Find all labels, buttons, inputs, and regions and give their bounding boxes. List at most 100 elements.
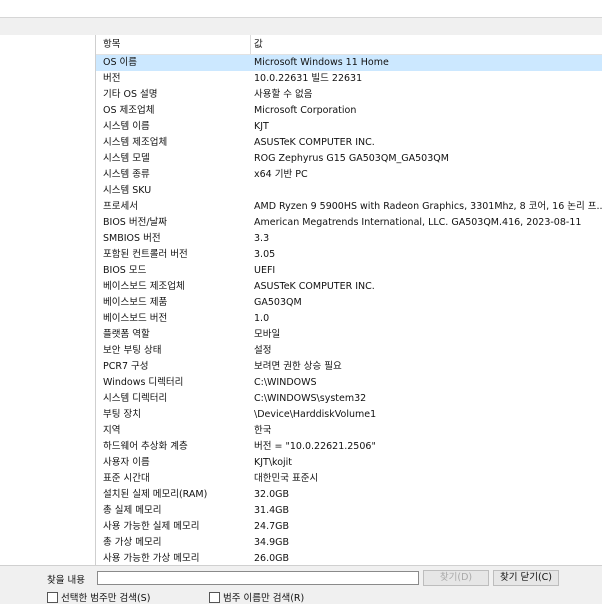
list-row[interactable]: BIOS 모드 UEFI [96, 263, 602, 279]
list-row[interactable]: SMBIOS 버전 3.3 [96, 231, 602, 247]
list-row[interactable]: 베이스보드 버전 1.0 [96, 311, 602, 327]
list-row[interactable]: 시스템 이름 KJT [96, 119, 602, 135]
row-item-name: 프로세서 [103, 201, 138, 212]
list-row[interactable]: 시스템 모델 ROG Zephyrus G15 GA503QM_GA503QM [96, 151, 602, 167]
list-row[interactable]: 프로세서 AMD Ryzen 9 5900HS with Radeon Graph… [96, 199, 602, 215]
row-item-name: 하드웨어 추상화 계층 [103, 441, 188, 452]
row-item-name: Windows 디렉터리 [103, 377, 184, 388]
list-row[interactable]: 시스템 제조업체 ASUSTeK COMPUTER INC. [96, 135, 602, 151]
window-top-bar [0, 0, 602, 18]
row-item-name: SMBIOS 버전 [103, 233, 161, 244]
row-item-value: KJT\kojit [254, 457, 293, 468]
row-item-value [246, 183, 602, 199]
list-row[interactable]: 사용 가능한 가상 메모리 26.0GB [96, 551, 602, 565]
list-row[interactable]: 사용자 이름 KJT\kojit [96, 455, 602, 471]
system-summary-list[interactable]: 항목 값 OS 이름 Microsoft Windows 11 Home 버전 10.… [96, 35, 602, 565]
row-item-value: 24.7GB [254, 521, 290, 532]
find-input[interactable] [97, 571, 419, 585]
row-item-name: 베이스보드 제조업체 [103, 281, 185, 292]
column-header-item[interactable]: 항목 [96, 35, 246, 54]
row-item-value: 31.4GB [254, 505, 290, 516]
row-item-value: 26.0GB [254, 553, 290, 564]
list-header: 항목 값 [96, 35, 602, 55]
row-item-name: 총 가상 메모리 [103, 537, 162, 548]
list-row[interactable]: Windows 디렉터리 C:\WINDOWS [96, 375, 602, 391]
list-rows: OS 이름 Microsoft Windows 11 Home 버전 10.0.226… [96, 55, 602, 565]
row-item-name: 사용자 이름 [103, 457, 150, 468]
row-item-name: 시스템 SKU [103, 185, 152, 196]
row-item-value: 사용할 수 없음 [254, 89, 313, 100]
list-row[interactable]: OS 제조업체 Microsoft Corporation [96, 103, 602, 119]
row-item-value: American Megatrends International, LLC. … [254, 217, 582, 228]
list-row[interactable]: BIOS 버전/날짜 American Megatrends Internatio… [96, 215, 602, 231]
row-item-value: 3.3 [254, 233, 270, 244]
row-item-value: 버전 = "10.0.22621.2506" [254, 441, 376, 452]
row-item-value: KJT [254, 121, 269, 132]
row-item-name: PCR7 구성 [103, 361, 149, 372]
row-item-name: 시스템 디렉터리 [103, 393, 168, 404]
list-row[interactable]: 버전 10.0.22631 빌드 22631 [96, 71, 602, 87]
list-row[interactable]: 부팅 장치 \Device\HarddiskVolume1 [96, 407, 602, 423]
list-row[interactable]: 사용 가능한 실제 메모리 24.7GB [96, 519, 602, 535]
list-row[interactable]: OS 이름 Microsoft Windows 11 Home [96, 55, 602, 71]
list-row[interactable]: 포함된 컨트롤러 버전 3.05 [96, 247, 602, 263]
row-item-value: 대한민국 표준시 [254, 473, 319, 484]
column-header-value[interactable]: 값 [246, 35, 602, 54]
row-item-name: 베이스보드 버전 [103, 313, 168, 324]
list-row[interactable]: 하드웨어 추상화 계층 버전 = "10.0.22621.2506" [96, 439, 602, 455]
find-button[interactable]: 찾기(D) [423, 570, 489, 586]
row-item-name: 사용 가능한 가상 메모리 [103, 553, 200, 564]
list-row[interactable]: PCR7 구성 보려면 권한 상승 필요 [96, 359, 602, 375]
list-row[interactable]: 베이스보드 제품 GA503QM [96, 295, 602, 311]
row-item-value: \Device\HarddiskVolume1 [254, 409, 377, 420]
row-item-value: Microsoft Windows 11 Home [254, 57, 389, 68]
row-item-value: 3.05 [254, 249, 276, 260]
row-item-name: 시스템 종류 [103, 169, 150, 180]
row-item-value: ROG Zephyrus G15 GA503QM_GA503QM [254, 153, 449, 164]
search-category-names-checkbox[interactable] [209, 591, 220, 603]
row-item-value: x64 기반 PC [254, 169, 308, 180]
row-item-value: ASUSTeK COMPUTER INC. [254, 281, 375, 292]
row-item-name: 표준 시간대 [103, 473, 150, 484]
row-item-name: 사용 가능한 실제 메모리 [103, 521, 200, 532]
find-bar: 찾을 내용 찾기(D) 찾기 닫기(C) 선택한 범주만 검색(S) 범주 이름… [0, 565, 602, 604]
find-label: 찾을 내용 [47, 575, 85, 586]
row-item-value: 10.0.22631 빌드 22631 [254, 73, 363, 84]
row-item-name: 베이스보드 제품 [103, 297, 168, 308]
row-item-value: 한국 [254, 425, 272, 436]
row-item-name: 설치된 실제 메모리(RAM) [103, 489, 208, 500]
row-item-name: BIOS 버전/날짜 [103, 217, 168, 228]
row-item-value: 보려면 권한 상승 필요 [254, 361, 342, 372]
list-row[interactable]: 기타 OS 설명 사용할 수 없음 [96, 87, 602, 103]
row-item-value: C:\WINDOWS [254, 377, 317, 388]
row-item-name: 버전 [103, 73, 121, 84]
list-row[interactable]: 설치된 실제 메모리(RAM) 32.0GB [96, 487, 602, 503]
list-row[interactable]: 시스템 SKU [96, 183, 602, 199]
column-separator[interactable] [250, 35, 251, 54]
row-item-value: 모바일 [254, 329, 281, 340]
search-selected-category-checkbox[interactable] [47, 591, 58, 603]
row-item-value: 34.9GB [254, 537, 290, 548]
row-item-name: 총 실제 메모리 [103, 505, 162, 516]
list-row[interactable]: 보안 부팅 상태 설정 [96, 343, 602, 359]
list-row[interactable]: 총 실제 메모리 31.4GB [96, 503, 602, 519]
list-row[interactable]: 플랫폼 역할 모바일 [96, 327, 602, 343]
row-item-name: OS 이름 [103, 57, 138, 68]
row-item-name: 플랫폼 역할 [103, 329, 150, 340]
row-item-value: 설정 [254, 345, 272, 356]
category-tree-panel[interactable] [0, 35, 96, 565]
row-item-name: OS 제조업체 [103, 105, 155, 116]
close-find-button[interactable]: 찾기 닫기(C) [493, 570, 559, 586]
row-item-name: 포함된 컨트롤러 버전 [103, 249, 188, 260]
list-row[interactable]: 총 가상 메모리 34.9GB [96, 535, 602, 551]
row-item-value: C:\WINDOWS\system32 [254, 393, 367, 404]
row-item-value: 1.0 [254, 313, 270, 324]
list-row[interactable]: 표준 시간대 대한민국 표준시 [96, 471, 602, 487]
row-item-name: 시스템 모델 [103, 153, 150, 164]
list-row[interactable]: 시스템 종류 x64 기반 PC [96, 167, 602, 183]
list-row[interactable]: 베이스보드 제조업체 ASUSTeK COMPUTER INC. [96, 279, 602, 295]
row-item-name: 기타 OS 설명 [103, 89, 158, 100]
row-item-name: 부팅 장치 [103, 409, 141, 420]
list-row[interactable]: 지역 한국 [96, 423, 602, 439]
list-row[interactable]: 시스템 디렉터리 C:\WINDOWS\system32 [96, 391, 602, 407]
